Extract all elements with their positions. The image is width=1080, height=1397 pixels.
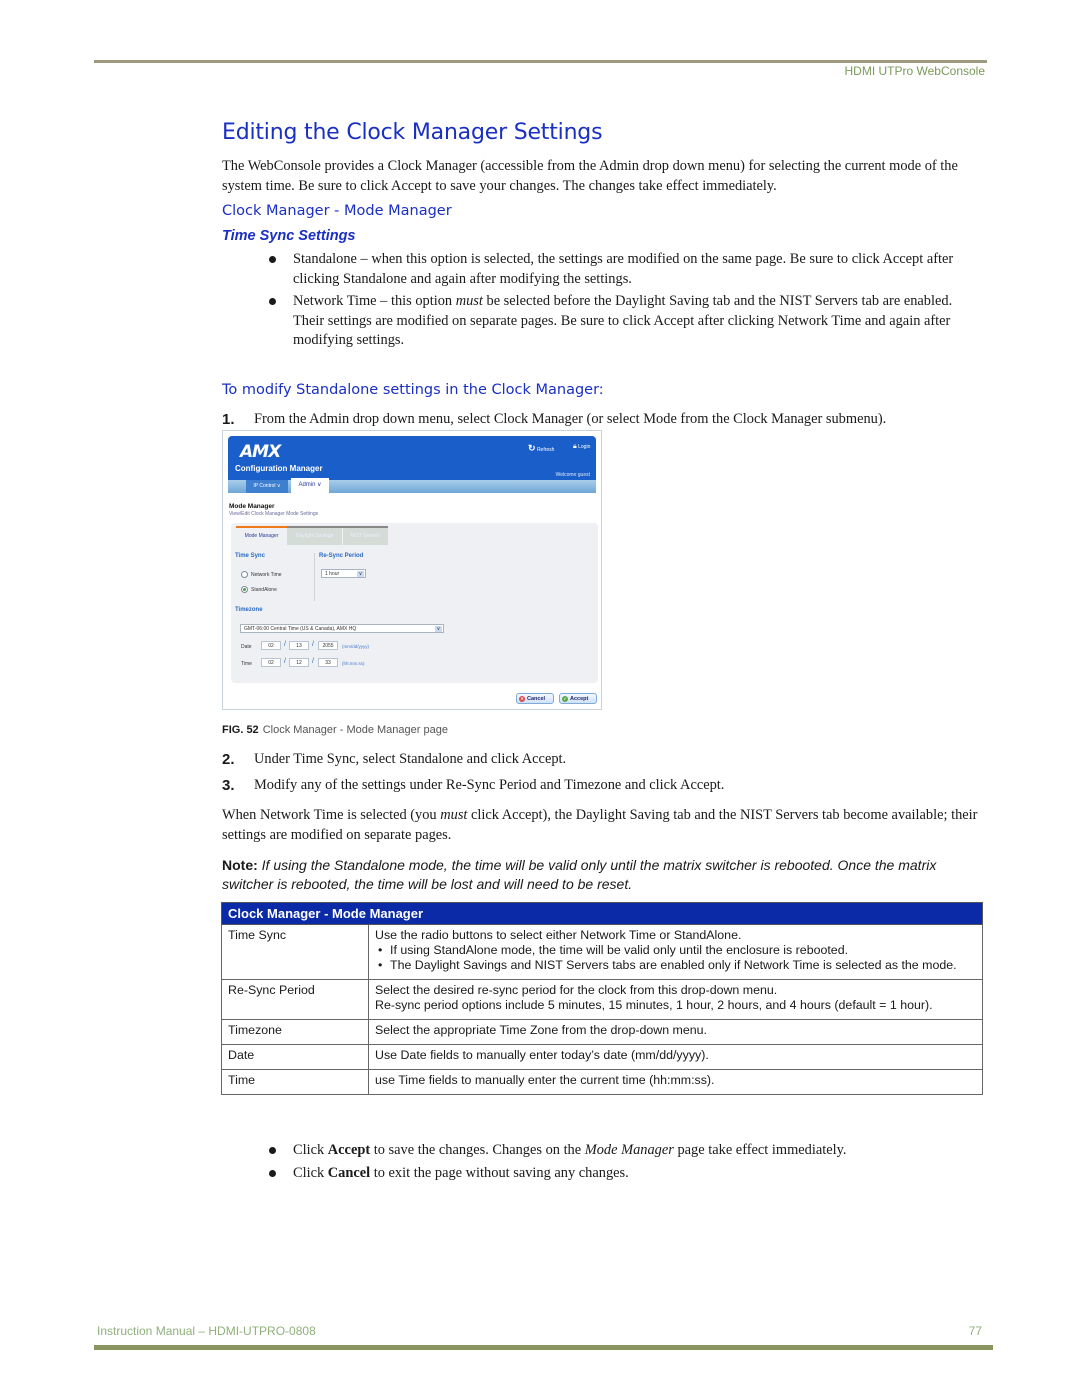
tab-daylight-savings[interactable]: Daylight Savings — [287, 528, 342, 545]
step-number: 2. — [222, 751, 235, 768]
lock-icon: 🔒︎ — [573, 443, 577, 450]
nav-bar: IP Control ∨ Admin ∨ — [228, 478, 596, 493]
table-row: Re-Sync Period Select the desired re-syn… — [221, 979, 983, 1020]
footer-manual-title: Instruction Manual – HDMI-UTPRO-0808 — [97, 1324, 316, 1338]
tab-nist-servers[interactable]: NIST Servers — [343, 528, 388, 545]
intro-paragraph: The WebConsole provides a Clock Manager … — [222, 158, 958, 194]
app-header: AMX Configuration Manager ↻ Refresh 🔒︎ L… — [228, 436, 596, 480]
resync-period-label: Re-Sync Period — [319, 553, 364, 559]
running-head: HDMI UTPro WebConsole — [844, 64, 985, 78]
mode-manager-title: Mode Manager — [229, 503, 275, 510]
row-key: Date — [221, 1044, 369, 1070]
page-title: Editing the Clock Manager Settings — [222, 120, 603, 145]
time-second-input[interactable]: 33 — [318, 658, 338, 667]
chevron-down-icon: ∨ — [357, 571, 364, 577]
procedure-heading: To modify Standalone settings in the Clo… — [222, 382, 604, 398]
timezone-label: Timezone — [235, 607, 263, 613]
row-key: Re-Sync Period — [221, 979, 369, 1020]
time-sync-bullets: Standalone – when this option is selecte… — [266, 250, 986, 354]
column-divider — [314, 553, 315, 601]
network-time-paragraph: When Network Time is selected (you must … — [222, 807, 978, 843]
date-year-input[interactable]: 2055 — [318, 641, 338, 650]
bottom-rule — [94, 1345, 993, 1350]
cancel-x-icon: ✕ — [519, 696, 525, 702]
row-value: Use the radio buttons to select either N… — [368, 924, 983, 980]
row-key: Time Sync — [221, 924, 369, 980]
time-minute-input[interactable]: 12 — [289, 658, 309, 667]
mode-manager-subtitle: View/Edit Clock Manager Mode Settings — [229, 511, 319, 517]
bullet-cancel: Click Cancel to exit the page without sa… — [266, 1164, 986, 1184]
row-value: use Time fields to manually enter the cu… — [368, 1069, 983, 1095]
step-text: Modify any of the settings under Re-Sync… — [254, 777, 725, 793]
bullet-icon: • — [378, 943, 383, 957]
bullet-dot-icon — [269, 256, 276, 263]
bullet-standalone: Standalone – when this option is selecte… — [266, 250, 986, 289]
tab-mode-manager[interactable]: Mode Manager — [236, 528, 287, 545]
clock-manager-screenshot: AMX Configuration Manager ↻ Refresh 🔒︎ L… — [222, 430, 602, 710]
row-value: Use Date fields to manually enter today’… — [368, 1044, 983, 1070]
resync-period-select[interactable]: 1 hour ∨ — [321, 569, 366, 578]
table-row: Time Sync Use the radio buttons to selec… — [221, 924, 983, 980]
row-key: Timezone — [221, 1019, 369, 1045]
welcome-text: Welcome guest — [555, 472, 590, 478]
subsection-heading: Time Sync Settings — [222, 228, 356, 244]
note: Note: If using the Standalone mode, the … — [222, 856, 987, 894]
top-rule — [94, 60, 987, 63]
bullet-dot-icon — [269, 1147, 276, 1154]
figure-caption-text: Clock Manager - Mode Manager page — [262, 724, 448, 736]
mode-manager-table: Clock Manager - Mode Manager Time Sync U… — [221, 902, 983, 1095]
login-button[interactable]: 🔒︎ Login — [573, 443, 590, 451]
note-text: If using the Standalone mode, the time w… — [222, 857, 937, 892]
figure-caption: FIG. 52 Clock Manager - Mode Manager page — [222, 724, 448, 736]
refresh-icon: ↻ — [528, 443, 536, 453]
radio-network-time[interactable] — [241, 571, 248, 578]
bullet-network-time: Network Time – this option must be selec… — [266, 292, 986, 351]
row-key: Time — [221, 1069, 369, 1095]
nav-ip-control[interactable]: IP Control ∨ — [246, 480, 288, 493]
note-label: Note: — [222, 857, 258, 873]
table-row: Time use Time fields to manually enter t… — [221, 1069, 983, 1095]
amx-logo: AMX — [240, 442, 281, 462]
accept-button[interactable]: ✓ Accept — [559, 693, 597, 704]
date-label: Date — [241, 644, 252, 650]
date-month-input[interactable]: 02 — [261, 641, 281, 650]
date-day-input[interactable]: 13 — [289, 641, 309, 650]
page-number: 77 — [968, 1324, 982, 1338]
tab-bar: Mode Manager Daylight Savings NIST Serve… — [236, 526, 388, 547]
radio-standalone-label: StandAlone — [251, 587, 277, 593]
closing-bullets: Click Accept to save the changes. Change… — [266, 1141, 986, 1186]
step-number: 1. — [222, 411, 235, 428]
radio-standalone[interactable] — [241, 586, 248, 593]
row-value: Select the desired re-sync period for th… — [368, 979, 983, 1020]
table-header: Clock Manager - Mode Manager — [221, 902, 983, 925]
row-value: Select the appropriate Time Zone from th… — [368, 1019, 983, 1045]
bullet-accept: Click Accept to save the changes. Change… — [266, 1141, 986, 1161]
date-format-hint: (mm/dd/yyyy) — [342, 644, 369, 649]
figure-number: FIG. 52 — [222, 724, 259, 736]
step-number: 3. — [222, 777, 235, 794]
table-row: Timezone Select the appropriate Time Zon… — [221, 1019, 983, 1045]
table-row: Date Use Date fields to manually enter t… — [221, 1044, 983, 1070]
time-sync-label: Time Sync — [235, 553, 265, 559]
bullet-icon: • — [378, 958, 383, 972]
chevron-down-icon: ∨ — [435, 626, 442, 632]
step-text: From the Admin drop down menu, select Cl… — [254, 411, 887, 427]
settings-panel: Mode Manager Daylight Savings NIST Serve… — [231, 523, 598, 683]
time-format-hint: (hh:mm:ss) — [342, 661, 365, 666]
checkmark-icon: ✓ — [562, 696, 568, 702]
bullet-dot-icon — [269, 1169, 276, 1177]
cancel-button[interactable]: ✕ Cancel — [516, 693, 554, 704]
nav-admin[interactable]: Admin ∨ — [291, 478, 329, 493]
time-label: Time — [241, 661, 252, 667]
timezone-select[interactable]: GMT-06:00 Central Time (US & Canada), AM… — [240, 624, 444, 633]
refresh-button[interactable]: ↻ Refresh — [528, 443, 554, 454]
radio-network-time-label: Network Time — [251, 572, 282, 578]
step-text: Under Time Sync, select Standalone and c… — [254, 751, 567, 767]
section-heading: Clock Manager - Mode Manager — [222, 203, 452, 219]
time-hour-input[interactable]: 02 — [261, 658, 281, 667]
app-title: Configuration Manager — [235, 464, 323, 473]
bullet-dot-icon — [269, 298, 276, 305]
